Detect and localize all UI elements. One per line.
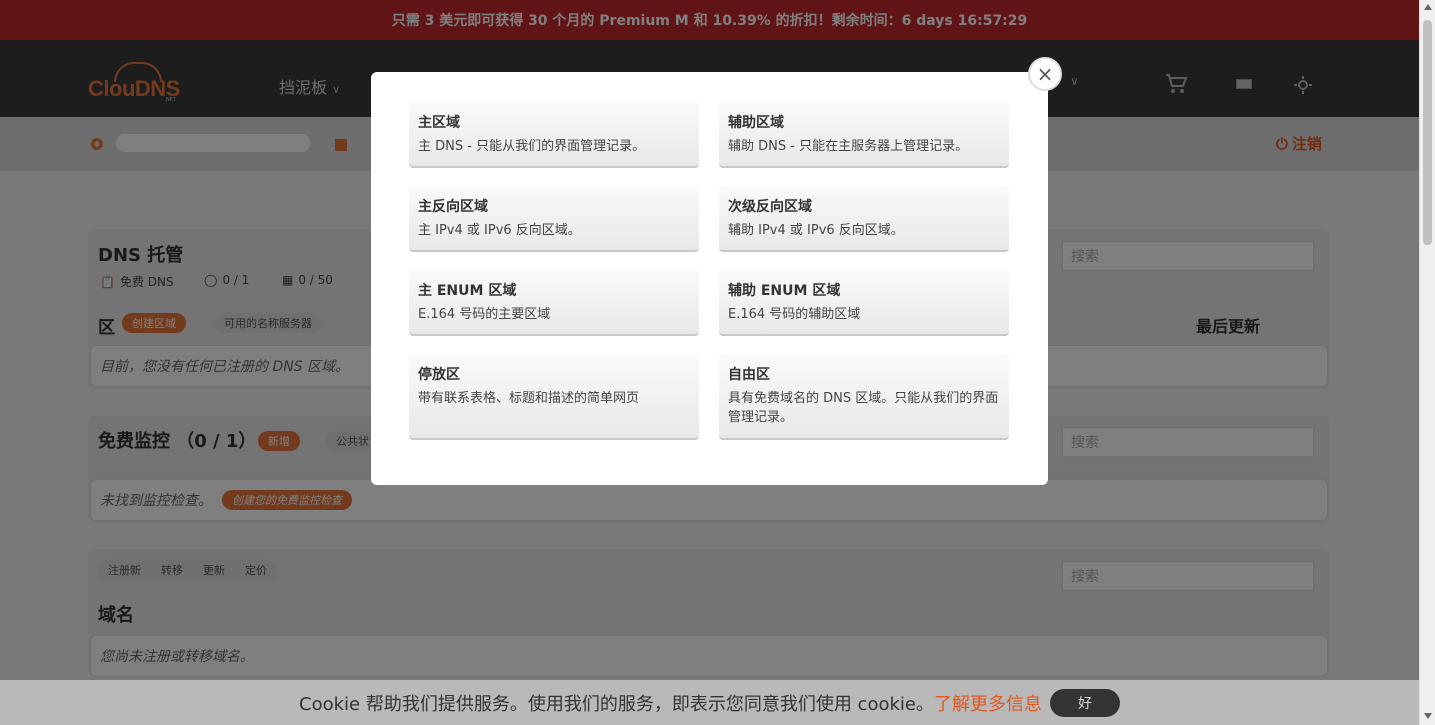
card-desc: E.164 号码的辅助区域 (728, 307, 861, 322)
zone-card-master-enum[interactable]: 主 ENUM 区域 E.164 号码的主要区域 (409, 270, 699, 336)
card-desc: 带有联系表格、标题和描述的简单网页 (418, 391, 640, 406)
zone-card-slave-enum[interactable]: 辅助 ENUM 区域 E.164 号码的辅助区域 (719, 270, 1009, 336)
card-title: 辅助区域 (728, 115, 784, 131)
modal-close-button[interactable]: × (1028, 57, 1062, 91)
zone-card-parked[interactable]: 停放区 带有联系表格、标题和描述的简单网页 (409, 354, 699, 440)
cookie-learn-more-link[interactable]: 了解更多信息 (934, 690, 1042, 716)
card-desc: E.164 号码的主要区域 (418, 307, 551, 322)
card-title: 次级反向区域 (728, 199, 812, 215)
card-desc: 辅助 IPv4 或 IPv6 反向区域。 (728, 223, 904, 238)
card-title: 主区域 (418, 115, 460, 131)
card-desc: 具有免费域名的 DNS 区域。只能从我们的界面管理记录。 (728, 391, 999, 425)
close-icon: × (1036, 62, 1054, 86)
cookie-text: Cookie 帮助我们提供服务。使用我们的服务，即表示您同意我们使用 cooki… (299, 693, 934, 715)
card-title: 自由区 (728, 367, 770, 383)
cookie-ok-button[interactable]: 好 (1049, 688, 1120, 717)
zone-card-master-reverse[interactable]: 主反向区域 主 IPv4 或 IPv6 反向区域。 (409, 186, 699, 252)
card-desc: 辅助 DNS - 只能在主服务器上管理记录。 (728, 139, 969, 154)
page-scrollbar[interactable] (1419, 0, 1435, 725)
zone-card-free[interactable]: 自由区 具有免费域名的 DNS 区域。只能从我们的界面管理记录。 (719, 354, 1009, 440)
card-title: 主 ENUM 区域 (418, 283, 517, 299)
scroll-down-icon[interactable] (1424, 713, 1432, 719)
card-title: 主反向区域 (418, 199, 488, 215)
card-desc: 主 IPv4 或 IPv6 反向区域。 (418, 223, 581, 238)
scroll-up-icon[interactable] (1424, 4, 1432, 10)
zone-card-master[interactable]: 主区域 主 DNS - 只能从我们的界面管理记录。 (409, 102, 699, 168)
cookie-bar: Cookie 帮助我们提供服务。使用我们的服务，即表示您同意我们使用 cooki… (0, 680, 1419, 725)
card-desc: 主 DNS - 只能从我们的界面管理记录。 (418, 139, 646, 154)
zone-type-modal: 主区域 主 DNS - 只能从我们的界面管理记录。 辅助区域 辅助 DNS - … (371, 72, 1048, 485)
scroll-thumb[interactable] (1423, 20, 1432, 245)
zone-card-slave-reverse[interactable]: 次级反向区域 辅助 IPv4 或 IPv6 反向区域。 (719, 186, 1009, 252)
card-title: 辅助 ENUM 区域 (728, 283, 841, 299)
zone-card-slave[interactable]: 辅助区域 辅助 DNS - 只能在主服务器上管理记录。 (719, 102, 1009, 168)
card-title: 停放区 (418, 367, 460, 383)
